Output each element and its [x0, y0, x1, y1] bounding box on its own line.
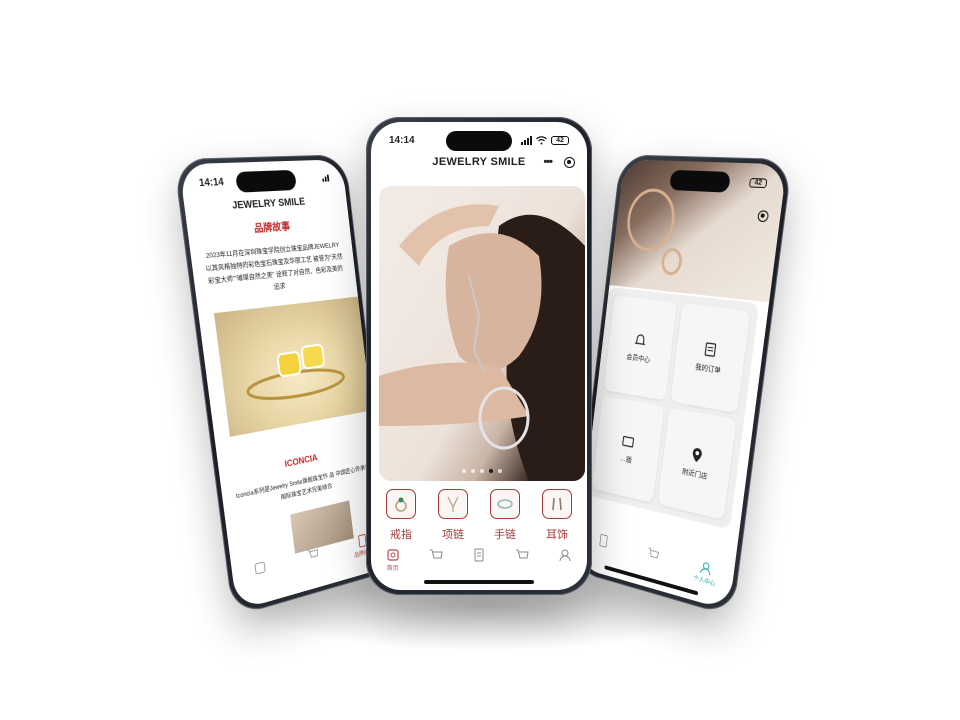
target-icon[interactable] — [757, 210, 769, 222]
tab-document[interactable] — [588, 530, 619, 552]
home-icon — [386, 548, 400, 562]
brand-story-screen: 14:14 JEWELRY SMILE 品牌故事 2023年11月在深圳珠宝学院… — [179, 159, 390, 610]
category-bracelet[interactable]: 手链 — [483, 489, 527, 542]
signal-icon — [521, 136, 532, 145]
home-indicator — [424, 580, 534, 584]
carousel-dot[interactable] — [489, 469, 493, 473]
battery-icon: 42 — [551, 136, 569, 145]
mini-program-capsule[interactable] — [757, 210, 769, 222]
menu-card[interactable]: …版 — [592, 396, 665, 503]
phone-right: 42 会员中心 我的订单 …版 附近门店 个人中心 — [572, 154, 793, 617]
earring-icon — [542, 489, 572, 519]
category-row: 戒指 项链 手链 耳饰 — [379, 489, 579, 542]
carousel-indicator[interactable] — [462, 469, 502, 473]
dynamic-island — [235, 170, 297, 193]
menu-member-center[interactable]: 会员中心 — [604, 295, 678, 400]
status-icons — [322, 174, 330, 181]
menu-nearby-stores[interactable]: 附近门店 — [658, 407, 737, 519]
tab-bar: 首页 — [371, 548, 587, 584]
app-title: JEWELRY SMILE — [184, 194, 347, 214]
tab-profile[interactable]: 个人中心 — [688, 557, 724, 590]
tab-cart[interactable] — [418, 548, 454, 563]
card-icon — [621, 432, 636, 450]
carousel-dot[interactable] — [498, 469, 502, 473]
category-necklace[interactable]: 项链 — [431, 489, 475, 542]
section-title: 品牌故事 — [187, 214, 350, 240]
user-icon — [558, 548, 572, 562]
more-dots-icon[interactable]: ••• — [543, 156, 552, 168]
cart-icon — [646, 546, 660, 563]
menu-my-orders[interactable]: 我的订单 — [670, 303, 750, 413]
dynamic-island — [446, 131, 512, 151]
status-icons: 42 — [749, 177, 768, 187]
tab-home[interactable] — [243, 557, 278, 581]
tab-profile[interactable] — [547, 548, 583, 563]
order-icon — [702, 340, 719, 358]
cart-icon — [515, 548, 529, 562]
tab-cart-2[interactable] — [504, 548, 540, 563]
phone-left: 14:14 JEWELRY SMILE 品牌故事 2023年11月在深圳珠宝学院… — [173, 154, 394, 617]
category-ring[interactable]: 戒指 — [379, 489, 423, 542]
battery-icon: 42 — [749, 177, 768, 187]
target-icon[interactable] — [564, 157, 575, 168]
carousel-dot[interactable] — [471, 469, 475, 473]
hero-carousel[interactable] — [379, 186, 585, 481]
ring-icon — [386, 489, 416, 519]
brand-paragraph: 2023年11月在深圳珠宝学院创立珠宝品牌JEWELRY 以其风格独特的彩色宝石… — [202, 240, 347, 301]
cart-icon — [306, 546, 320, 563]
home-icon — [253, 559, 267, 576]
tab-document[interactable] — [461, 548, 497, 563]
location-icon — [689, 445, 705, 464]
wifi-icon — [536, 136, 547, 145]
bell-icon — [633, 331, 648, 348]
home-screen: 14:14 42 JEWELRY SMILE ••• 戒指 项链 手链 耳饰 首… — [371, 122, 587, 590]
document-icon — [597, 533, 610, 549]
member-menu-grid: 会员中心 我的订单 …版 附近门店 — [585, 287, 760, 530]
necklace-icon — [438, 489, 468, 519]
status-time: 14:14 — [198, 176, 224, 189]
status-time: 14:14 — [389, 135, 415, 146]
document-icon — [472, 548, 486, 562]
carousel-dot[interactable] — [480, 469, 484, 473]
bracelet-icon — [490, 489, 520, 519]
category-earring[interactable]: 耳饰 — [535, 489, 579, 542]
model-jewelry-photo — [379, 186, 585, 481]
dynamic-island — [669, 170, 731, 193]
phone-center: 14:14 42 JEWELRY SMILE ••• 戒指 项链 手链 耳饰 首… — [366, 117, 592, 595]
ring-photo — [214, 297, 371, 437]
profile-screen: 42 会员中心 我的订单 …版 附近门店 个人中心 — [576, 159, 787, 610]
tab-home[interactable]: 首页 — [375, 548, 411, 572]
mini-program-capsule: ••• — [543, 156, 575, 168]
carousel-dot[interactable] — [462, 469, 466, 473]
status-icons: 42 — [521, 136, 569, 145]
tab-cart[interactable] — [637, 543, 669, 566]
cart-icon — [429, 548, 443, 562]
